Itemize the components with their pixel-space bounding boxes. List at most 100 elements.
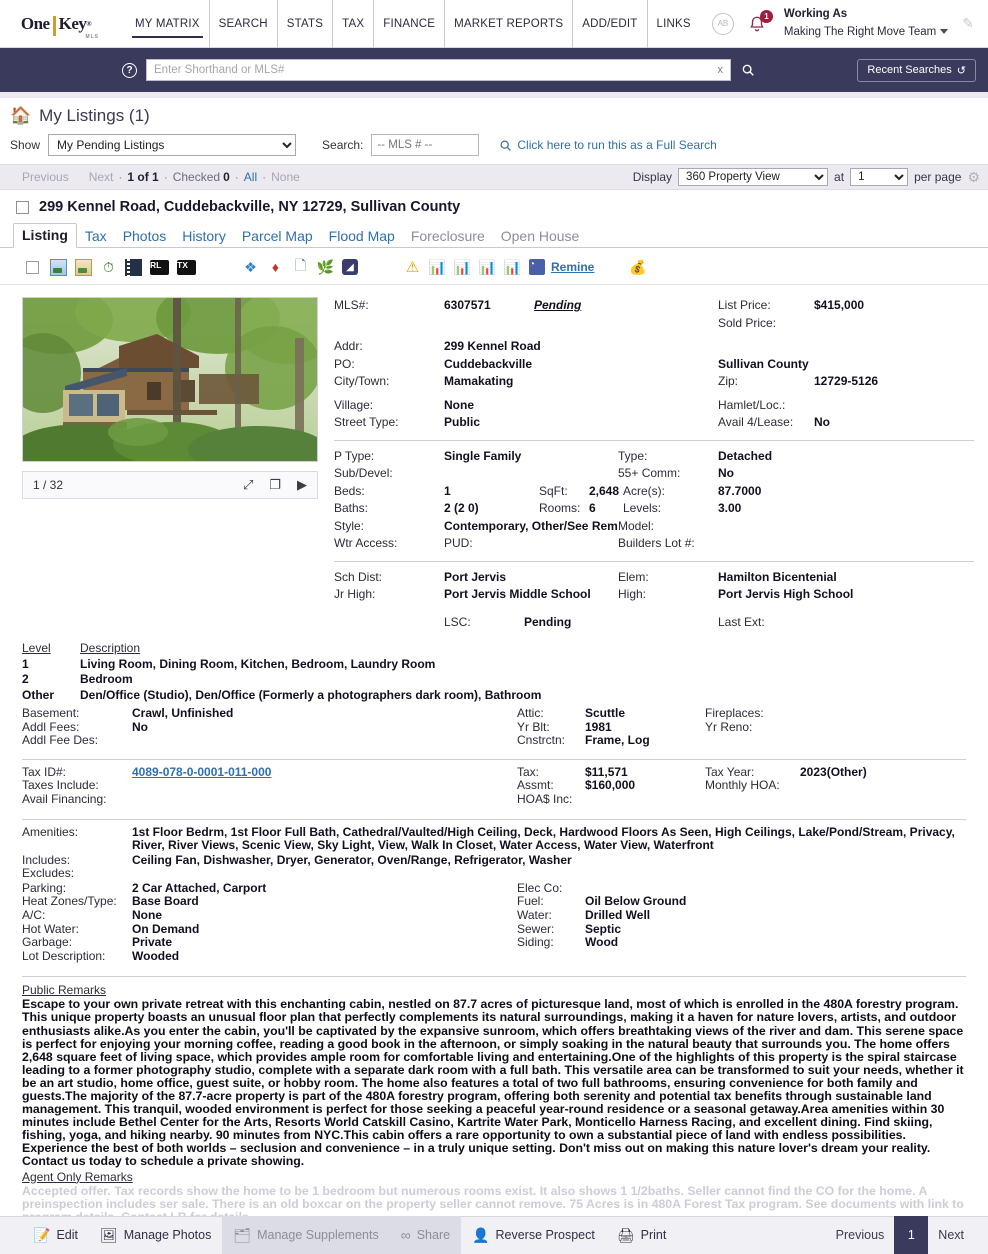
search-input[interactable] [152,63,716,77]
history-clock-icon[interactable]: ⏱ [100,259,117,276]
market-stats-icon-3[interactable]: 📊 [479,259,496,276]
tab-open-house[interactable]: Open House [493,225,588,248]
onekey-logo[interactable]: One Key ® MLS [8,8,104,40]
manage-photos-button[interactable]: 🖼 Manage Photos [89,1216,222,1254]
edit-pencil-icon[interactable]: ✎ [962,15,974,32]
market-stats-icon-1[interactable]: 📊 [429,259,446,276]
elec-co-value [585,882,705,896]
next-photo-icon[interactable]: ▶ [297,477,307,493]
lsc-value: Pending [524,614,572,629]
market-stats-icon-2[interactable]: 📊 [454,259,471,276]
parking-label: Parking: [22,880,67,895]
nav-item-stats[interactable]: STATS [278,0,334,48]
recent-searches-button[interactable]: Recent Searches ↺ [857,58,976,82]
tab-listing[interactable]: Listing [13,223,77,248]
app-root: One Key ® MLS MY MATRIX SEARCH STATS TAX … [0,0,988,1254]
nav-item-links[interactable]: LINKS [648,0,700,48]
previous-link[interactable]: Previous [22,170,69,184]
tax-id-link[interactable]: 4089-078-0-0001-011-000 [132,765,271,779]
photo-counter: 1 / 32 [33,478,64,492]
duplicate-window-icon[interactable]: ❐ [269,477,281,493]
toolbar-checkbox[interactable] [26,260,39,274]
tab-parcel-map[interactable]: Parcel Map [234,225,321,248]
fuel-label: Fuel: [517,894,544,909]
logo-mls-subtext: MLS [85,33,99,40]
style-value: Contemporary, Other/See Remarks [444,518,618,533]
logo-text-one: One [20,13,50,33]
remine-icon[interactable]: ◔ [529,259,545,275]
expand-icon[interactable]: ⤢ [243,477,253,493]
print-button[interactable]: 🖨 Print [606,1216,677,1254]
tab-photos[interactable]: Photos [115,225,175,248]
virtual-tour-film-icon[interactable] [125,258,142,276]
map-layers-icon[interactable]: ♦ [267,259,284,276]
baths-value: 2 (2 0) [444,501,479,515]
environment-leaf-icon[interactable]: 🌿 [317,259,334,276]
display-select[interactable]: 360 Property View [678,168,829,186]
analytics-chart-icon[interactable]: ◢ [342,259,358,275]
yr-reno-value [800,721,966,735]
help-icon[interactable]: ? [122,62,137,78]
notifications-button[interactable]: 1 [748,9,773,36]
hot-water-value: On Demand [132,921,200,936]
listing-checkbox[interactable] [16,200,29,214]
photo-gallery-icon[interactable] [50,258,67,276]
share-icon: ∞ [400,1227,411,1244]
garbage-value: Private [132,935,173,950]
basement-value: Crawl, Unfinished [132,706,234,720]
nav-item-my-matrix[interactable]: MY MATRIX [126,0,210,48]
working-as-menu[interactable]: Working As Making The Right Move Team [783,7,949,40]
tab-foreclosure[interactable]: Foreclosure [403,225,493,248]
photos-icon: 🖼 [99,1226,118,1243]
market-stats-icon-4[interactable]: 📊 [504,259,521,276]
remine-link[interactable]: Remine [551,260,594,274]
full-search-link[interactable]: Click here to run this as a Full Search [517,138,716,152]
map-pin-cluster-icon[interactable]: ❖ [242,259,259,276]
documents-icon[interactable]: 🗋 [292,257,309,276]
zip-value: 12729-5126 [814,374,879,388]
edit-button[interactable]: 📝 Edit [22,1216,89,1254]
type-label: Type: [618,448,648,463]
reverse-prospect-button[interactable]: 👤 Reverse Prospect [461,1216,606,1254]
avatar[interactable]: AB [711,12,734,35]
pagination-current-page[interactable]: 1 [894,1216,929,1254]
comm55-value: No [718,466,734,480]
show-select[interactable]: My Pending Listings [48,134,297,156]
high-value: Port Jervis High School [718,587,854,601]
per-page-select[interactable]: 1 [850,168,909,186]
nav-item-market-reports[interactable]: MARKET REPORTS [445,0,574,48]
ptype-label: P Type: [334,448,375,463]
pagination-previous[interactable]: Previous [826,1228,895,1242]
excludes-label: Excludes: [22,866,75,881]
tab-flood-map[interactable]: Flood Map [321,225,403,248]
lot-desc-label: Lot Description: [22,948,106,963]
alert-warning-icon[interactable]: ⚠ [404,259,421,276]
financing-dollar-icon[interactable]: 💰 [629,259,646,276]
listing-detail: 1 / 32 ⤢ ❐ ▶ MLS#: 6307571 Pending List … [0,285,988,631]
nav-item-add-edit[interactable]: ADD/EDIT [573,0,648,48]
nav-item-finance[interactable]: FINANCE [374,0,446,48]
working-as-label: Working As [783,7,848,20]
remarks-divider [22,976,966,978]
listing-photo[interactable] [22,297,318,462]
select-all-link[interactable]: All [244,170,257,184]
gear-icon[interactable]: ⚙ [967,169,980,186]
nav-item-tax[interactable]: TAX [333,0,375,48]
tab-history[interactable]: History [174,225,234,248]
next-link[interactable]: Next [89,170,114,184]
tab-tax[interactable]: Tax [77,225,115,248]
mls-search-input[interactable] [371,134,480,156]
select-none-link[interactable]: None [271,170,300,184]
search-submit-button[interactable] [741,63,755,77]
nav-item-search[interactable]: SEARCH [210,0,278,48]
clear-search-icon[interactable]: x [716,64,726,76]
pagination-next[interactable]: Next [928,1228,974,1242]
fireplaces-value [800,707,966,721]
tax-record-icon[interactable]: TX [177,259,196,275]
show-label: Show [10,138,41,152]
search-label: Search: [322,138,364,152]
photo-alt-icon[interactable] [75,258,92,276]
search-icon [742,64,754,76]
magnifier-icon [500,139,512,151]
residential-listing-icon[interactable]: RL [150,259,169,275]
